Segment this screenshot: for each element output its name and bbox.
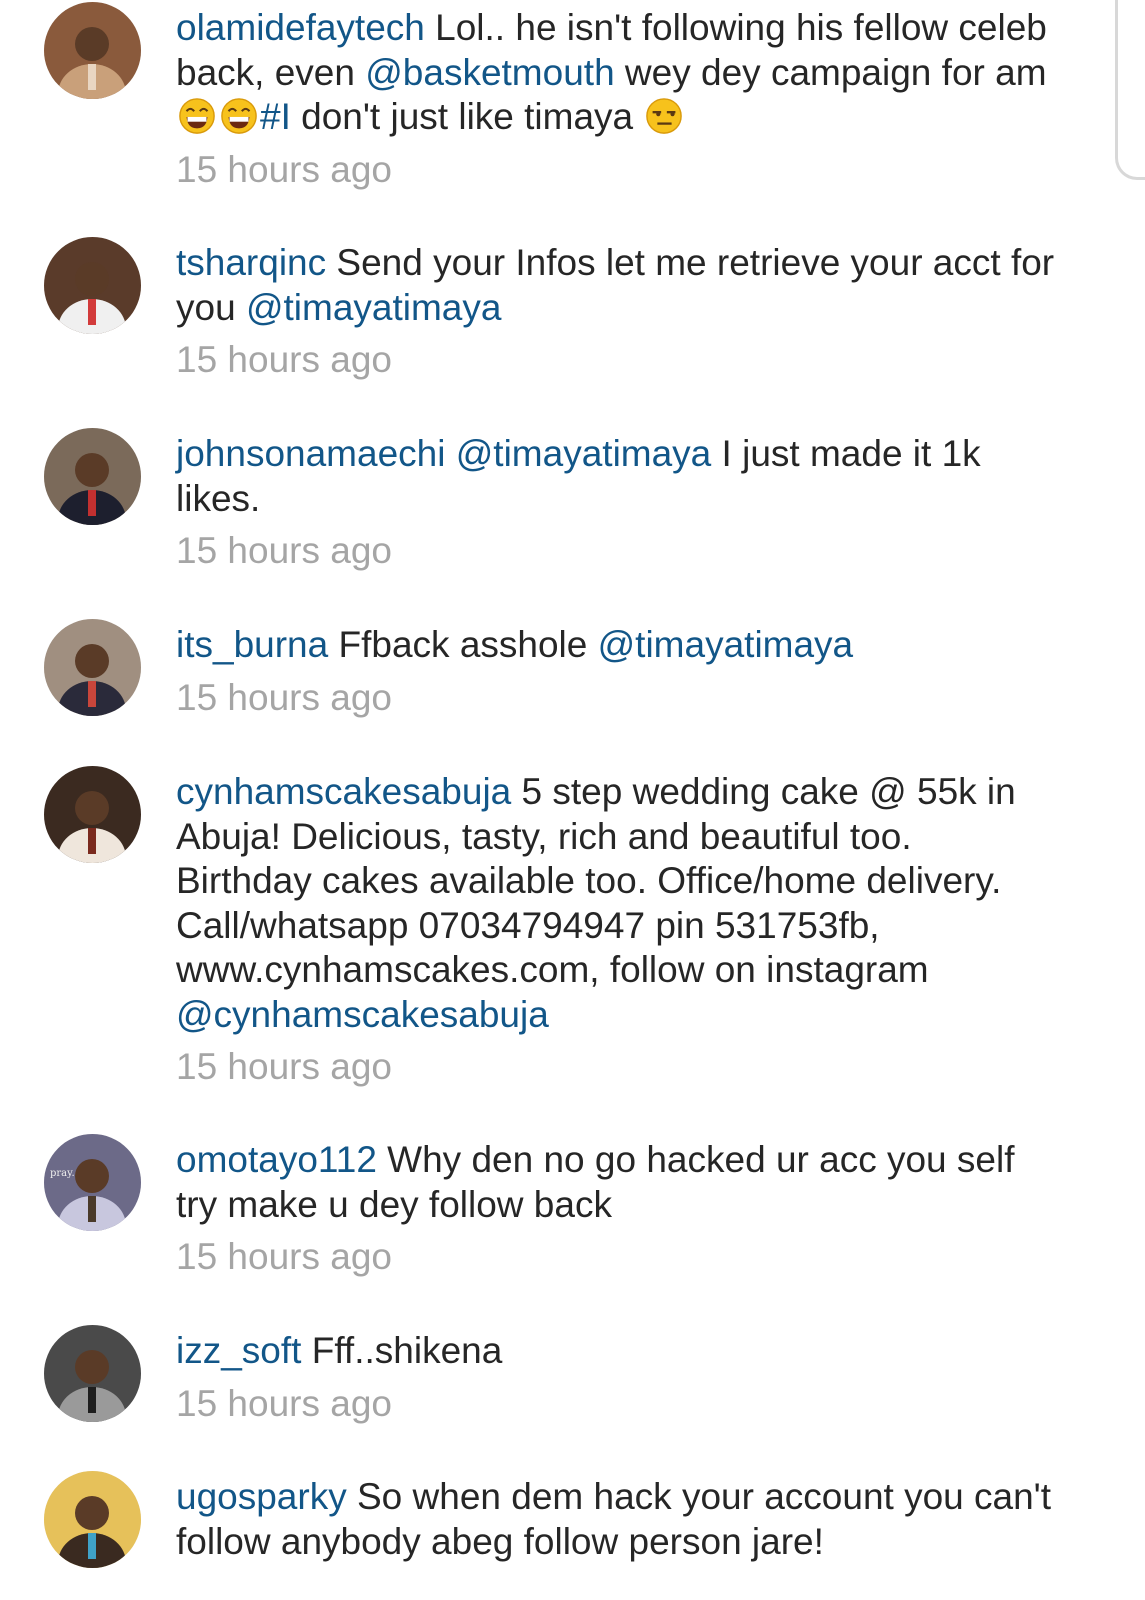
comment-timestamp: 15 hours ago [176,1046,393,1087]
username-link[interactable]: omotayo112 [176,1139,377,1180]
comment-body: its_burna Ffback asshole @timayatimaya 15… [176,623,1056,720]
avatar[interactable] [44,1471,141,1568]
unamused-emoji [646,98,683,134]
mention-link[interactable]: @cynhamscakesabuja [176,994,549,1035]
avatar[interactable] [44,237,141,334]
username-link[interactable]: tsharqinc [176,242,326,283]
avatar[interactable] [44,766,141,863]
mention-link[interactable]: @timayatimaya [456,433,712,474]
avatar[interactable] [44,2,141,99]
comment-timestamp: 15 hours ago [176,676,393,718]
comment-timestamp: 15 hours ago [176,1382,393,1424]
mention-link[interactable]: @timayatimaya [246,287,502,328]
username-link[interactable]: its_burna [176,624,328,665]
comment-body: omotayo112 Why den no go hacked ur acc y… [176,1138,1056,1279]
comment-text: Fff..shikena [301,1330,503,1371]
mention-link[interactable]: @timayatimaya [598,624,854,665]
comment-text: Ffback asshole [328,624,598,665]
username-link[interactable]: cynhamscakesabuja [176,771,511,812]
comment-body: ugosparky So when dem hack your account … [176,1475,1056,1564]
comment-body: tsharqinc Send your Infos let me retriev… [176,241,1056,382]
comment-body: olamidefaytech Lol.. he isn't following … [176,6,1056,192]
comment-timestamp: 15 hours ago [176,148,393,190]
comment-text: don't just like timaya [290,96,644,137]
avatar[interactable] [44,1325,141,1422]
comment-body: izz_soft Fff..shikena 15 hours ago [176,1329,1056,1426]
grin-emoji [179,98,215,134]
avatar[interactable] [44,619,141,716]
grin-emoji [221,98,257,134]
comment-timestamp: 15 hours ago [176,1236,393,1277]
scrollbar-edge [1115,0,1145,180]
comment-body: cynhamscakesabuja 5 step wedding cake @ … [176,770,1056,1089]
username-link[interactable]: olamidefaytech [176,7,425,48]
comment-timestamp: 15 hours ago [176,530,393,571]
username-link[interactable]: izz_soft [176,1330,301,1371]
comment-text: wey dey campaign for am [614,51,1047,93]
avatar[interactable]: pray. [44,1134,141,1231]
username-link[interactable]: ugosparky [176,1476,347,1517]
mention-link[interactable]: @basketmouth [365,52,614,93]
comment-text [445,433,455,474]
comment-timestamp: 15 hours ago [176,339,393,380]
comment-body: johnsonamaechi @timayatimaya I just made… [176,432,1056,573]
avatar-caption: pray. [50,1168,75,1179]
username-link[interactable]: johnsonamaechi [176,433,445,474]
avatar[interactable] [44,428,141,525]
mention-link[interactable]: #I [260,96,291,137]
